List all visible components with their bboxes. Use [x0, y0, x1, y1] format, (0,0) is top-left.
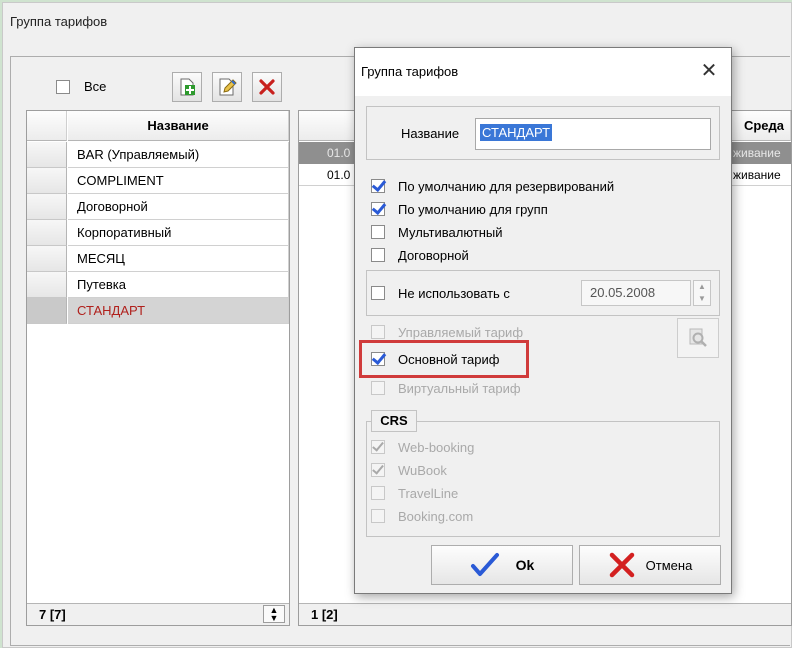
add-button[interactable]	[172, 72, 202, 102]
list-item-selected[interactable]: СТАНДАРТ	[68, 298, 289, 324]
date-spinner[interactable]: ▲ ▼	[693, 280, 711, 306]
add-document-icon	[180, 78, 195, 96]
lookup-button[interactable]	[677, 318, 719, 358]
record-count: 1 [2]	[311, 607, 338, 622]
list-item[interactable]: BAR (Управляемый)	[68, 142, 289, 168]
tariff-group-dialog: Группа тарифов ✕ Название СТАНДАРТ По ум…	[354, 47, 732, 594]
booking-com-checkbox[interactable]	[371, 509, 385, 523]
cancel-button[interactable]: Отмена	[579, 545, 721, 585]
left-grid-footer: 7 [7]	[27, 603, 289, 625]
ok-button[interactable]: Ok	[431, 545, 573, 585]
row-indicator	[27, 168, 67, 194]
record-count: 7 [7]	[39, 607, 66, 622]
contract-option[interactable]: Договорной	[371, 245, 469, 265]
default-groups-checkbox[interactable]	[371, 202, 385, 216]
managed-tariff-option[interactable]: Управляемый тариф	[371, 322, 523, 342]
base-tariff-label: Основной тариф	[398, 351, 500, 367]
delete-button[interactable]	[252, 72, 282, 102]
list-item[interactable]: COMPLIMENT	[68, 168, 289, 194]
checkmark-icon	[470, 553, 499, 576]
managed-tariff-label: Управляемый тариф	[398, 324, 524, 340]
wednesday-column-header[interactable]: Среда	[744, 118, 784, 133]
web-booking-checkbox[interactable]	[371, 440, 385, 454]
default-groups-option[interactable]: По умолчанию для групп	[371, 199, 548, 219]
virtual-tariff-checkbox[interactable]	[371, 381, 385, 395]
default-reservations-option[interactable]: По умолчанию для резервирований	[371, 176, 614, 196]
spin-down-icon[interactable]: ▼	[694, 293, 710, 305]
not-use-date-field[interactable]: 20.05.2008	[581, 280, 691, 306]
right-grid-footer: 1 [2]	[299, 603, 791, 625]
crs-title: CRS	[371, 410, 417, 432]
row-indicator-selected	[27, 298, 67, 324]
default-groups-label: По умолчанию для групп	[398, 201, 548, 217]
table-cell-date: 01.0	[327, 168, 351, 182]
crs-item-booking-com[interactable]: Booking.com	[371, 506, 473, 526]
edit-button[interactable]	[212, 72, 242, 102]
search-icon	[689, 328, 707, 347]
base-tariff-option[interactable]: Основной тариф	[371, 349, 499, 369]
contract-label: Договорной	[398, 247, 469, 263]
table-cell-date: 01.0	[299, 142, 355, 164]
table-cell-tail: живание	[731, 142, 791, 164]
name-label: Название	[401, 126, 460, 141]
delete-x-icon	[259, 79, 275, 95]
default-reservations-label: По умолчанию для резервирований	[398, 178, 615, 194]
managed-tariff-checkbox[interactable]	[371, 325, 385, 339]
not-use-label: Не использовать с	[398, 285, 510, 301]
travelline-label: TravelLine	[398, 485, 459, 501]
dialog-title: Группа тарифов	[361, 64, 459, 79]
row-indicator	[27, 220, 67, 246]
crs-item-web-booking[interactable]: Web-booking	[371, 437, 474, 457]
close-red-icon	[609, 552, 634, 578]
multicurrency-label: Мультивалютный	[398, 224, 503, 240]
close-icon[interactable]: ✕	[697, 60, 721, 84]
row-indicator	[27, 194, 67, 220]
crs-item-wubook[interactable]: WuBook	[371, 460, 447, 480]
name-column-header[interactable]: Название	[68, 111, 289, 141]
multicurrency-checkbox[interactable]	[371, 225, 385, 239]
not-use-checkbox[interactable]	[371, 286, 385, 300]
row-indicator-header	[27, 111, 67, 141]
wubook-checkbox[interactable]	[371, 463, 385, 477]
row-indicator	[27, 272, 67, 298]
virtual-tariff-option[interactable]: Виртуальный тариф	[371, 378, 521, 398]
wubook-label: WuBook	[398, 462, 447, 478]
main-window-title: Группа тарифов	[10, 14, 108, 29]
all-label: Все	[84, 79, 107, 94]
virtual-tariff-label: Виртуальный тариф	[398, 380, 521, 396]
list-item[interactable]: МЕСЯЦ	[68, 246, 289, 272]
booking-com-label: Booking.com	[398, 508, 474, 524]
table-cell-tail: живание	[733, 168, 781, 182]
all-checkbox[interactable]	[56, 80, 70, 94]
travelline-checkbox[interactable]	[371, 486, 385, 500]
tariff-list-grid[interactable]: Название BAR (Управляемый) COMPLIMENT До…	[26, 110, 290, 626]
list-item[interactable]: Корпоративный	[68, 220, 289, 246]
contract-checkbox[interactable]	[371, 248, 385, 262]
cancel-label: Отмена	[645, 557, 693, 573]
spinner-control[interactable]: ▲ ▼	[263, 605, 285, 623]
crs-item-travelline[interactable]: TravelLine	[371, 483, 458, 503]
not-use-date-value: 20.05.2008	[590, 285, 656, 300]
spin-down-icon[interactable]: ▼	[264, 614, 284, 623]
name-input[interactable]: СТАНДАРТ	[475, 118, 711, 150]
edit-document-icon	[219, 78, 237, 96]
row-indicator	[27, 142, 67, 168]
web-booking-label: Web-booking	[398, 439, 475, 455]
multicurrency-option[interactable]: Мультивалютный	[371, 222, 503, 242]
row-indicator	[27, 246, 67, 272]
default-reservations-checkbox[interactable]	[371, 179, 385, 193]
spin-up-icon[interactable]: ▲	[694, 281, 710, 293]
name-input-value: СТАНДАРТ	[480, 124, 553, 141]
not-use-option[interactable]: Не использовать с	[371, 283, 510, 303]
ok-label: Ok	[515, 557, 535, 573]
base-tariff-checkbox[interactable]	[371, 352, 385, 366]
list-item[interactable]: Договорной	[68, 194, 289, 220]
list-item[interactable]: Путевка	[68, 272, 289, 298]
